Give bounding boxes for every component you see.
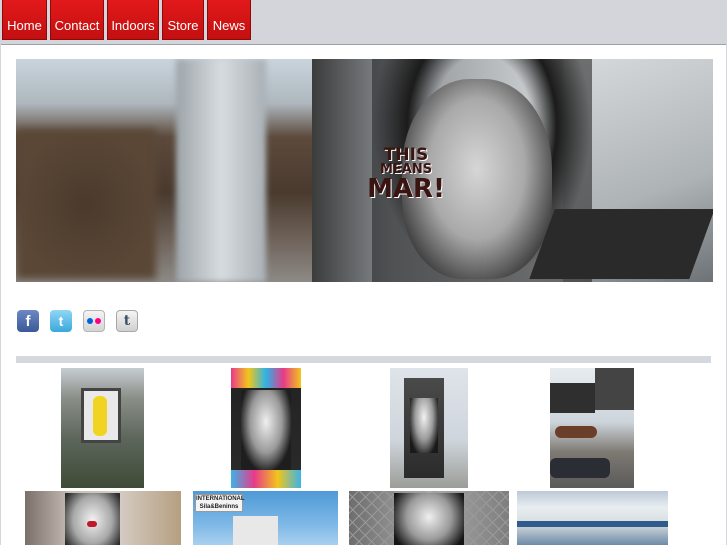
section-divider [16,356,711,363]
thumb-figure [93,396,107,436]
nav-store[interactable]: Store [162,0,204,40]
gallery-thumb-international-sign[interactable]: INTERNATIONAL Sila&Beninns [193,491,338,545]
twitter-glyph: t [58,313,64,329]
nav-indoors[interactable]: Indoors [107,0,159,40]
thumb-storefront-sign: INTERNATIONAL Sila&Beninns [195,494,245,512]
hero-caption-line1: THIS [383,145,429,165]
thumb-portrait [241,390,291,470]
thumb-face [65,493,120,545]
thumb-band [231,368,301,388]
hero-blurred-street [16,59,312,282]
thumb-building [233,516,278,545]
tumblr-icon[interactable]: t [116,310,138,332]
gallery-thumb-street-corner[interactable] [550,368,634,488]
thumb-girl [410,398,438,453]
thumb-block1 [550,383,595,413]
sign-line1: INTERNATIONAL [196,496,245,502]
thumb-face [394,493,464,545]
gallery-thumb-woman-red-lips[interactable] [25,491,181,545]
twitter-icon[interactable]: t [50,310,72,332]
flickr-dot-pink [95,318,101,324]
nav-home[interactable]: Home [2,0,47,40]
flickr-dot-blue [87,318,93,324]
hero-banner: THIS MEANS MAR! [16,59,713,282]
hero-caption-line3: MAR! [367,174,445,204]
thumb-sign [555,426,597,438]
thumb-base [231,470,301,488]
thumb-lips [87,521,97,527]
gallery-thumb-street-box[interactable] [390,368,468,488]
gallery-thumb-blue-building[interactable] [517,491,668,545]
sign-line2: Sila&Beninns [199,504,239,510]
top-navigation: Home Contact Indoors Store News [0,0,727,44]
nav-news[interactable]: News [207,0,251,40]
thumb-car [550,458,610,478]
hero-mural-shadow [529,209,713,279]
nav-contact[interactable]: Contact [50,0,104,40]
flickr-icon[interactable] [83,310,105,332]
thumb-stripe [517,521,668,527]
facebook-icon[interactable]: f [17,310,39,332]
thumb-block2 [595,368,634,410]
hero-blur-pole [176,59,266,282]
hero-caption: THIS MEANS MAR! [361,145,451,204]
tumblr-glyph: t [123,313,131,329]
hero-blur-building [16,129,156,279]
gallery-thumb-fence-portrait[interactable] [349,491,509,545]
gallery-thumb-utility-box-yellow[interactable] [61,368,144,488]
facebook-glyph: f [25,312,31,330]
gallery-thumb-colorful-box[interactable] [231,368,301,488]
